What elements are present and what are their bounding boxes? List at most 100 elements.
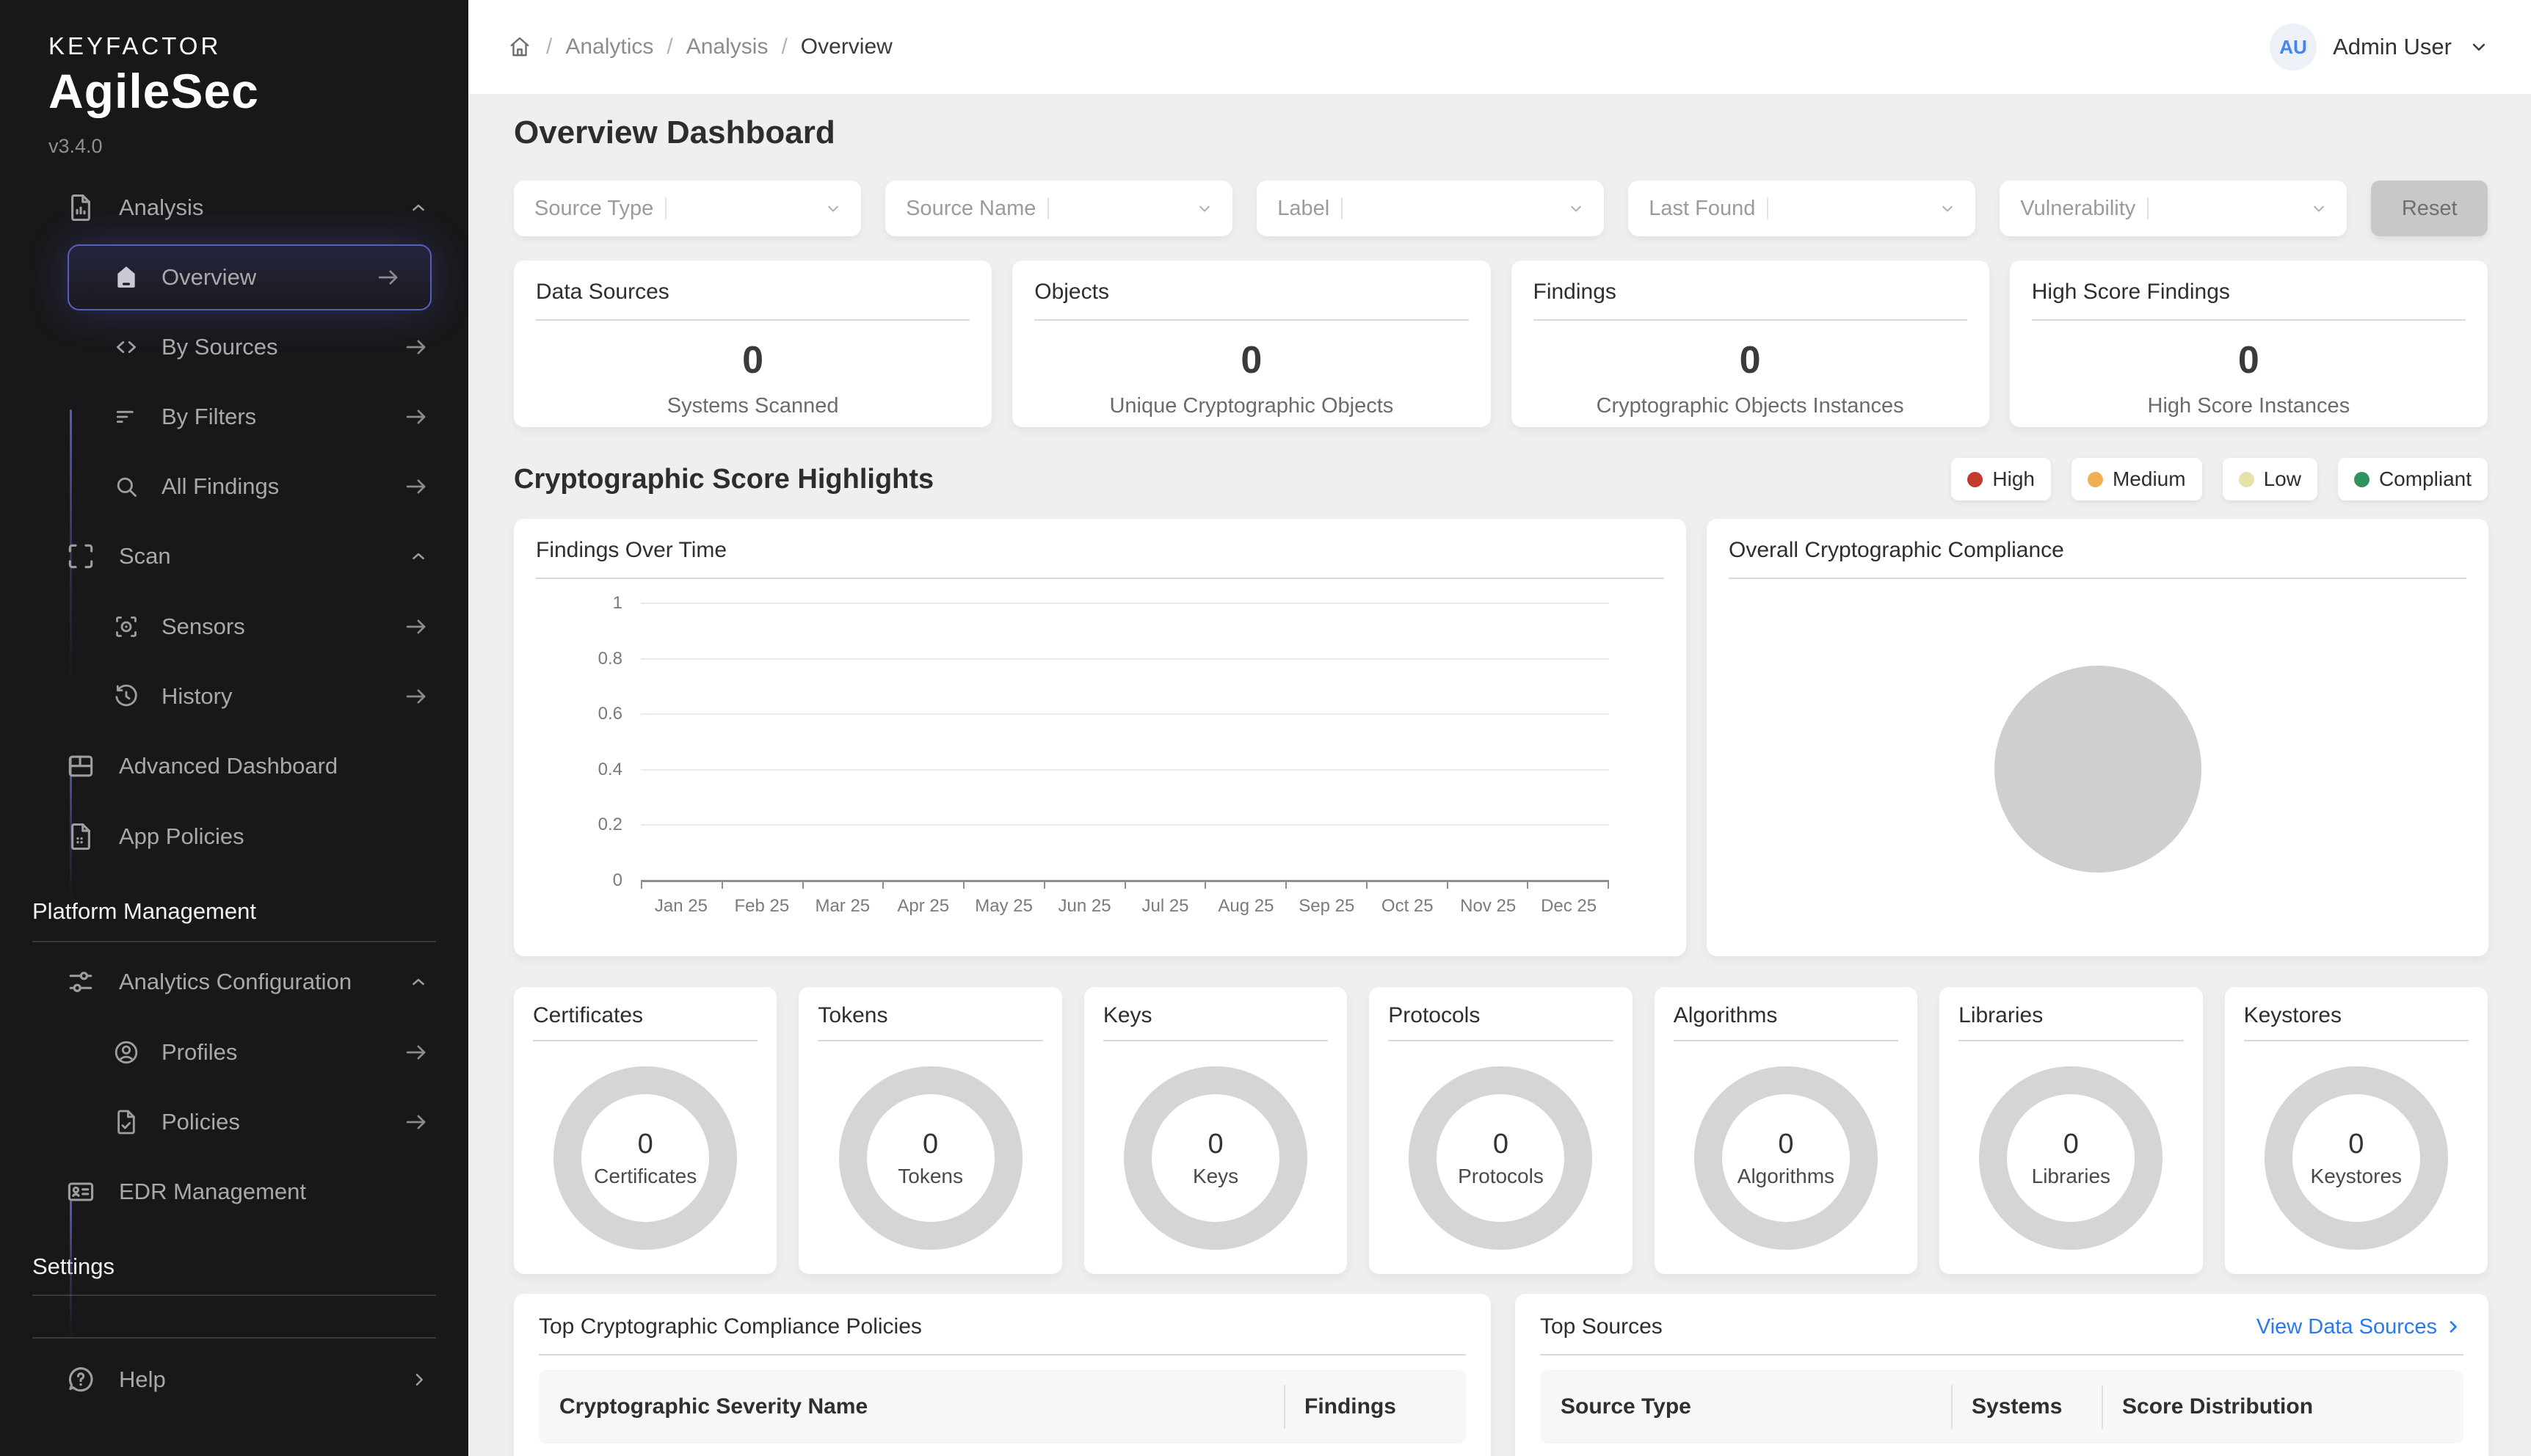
card-divider — [1540, 1354, 2463, 1355]
x-axis-ticks — [641, 881, 1609, 889]
sidebar-item-by-sources[interactable]: By Sources — [0, 312, 468, 382]
table-header: Source Type Systems Score Distribution — [1540, 1370, 2463, 1444]
sidebar-item-label: Policies — [161, 1109, 240, 1135]
donut-value: 0 — [2348, 1129, 2364, 1160]
sidebar-item-overview[interactable]: Overview — [68, 244, 432, 310]
compliance-pie-placeholder — [1994, 666, 2201, 873]
legend-chip-low[interactable]: Low — [2223, 458, 2317, 500]
reset-button[interactable]: Reset — [2371, 181, 2488, 236]
home-icon[interactable] — [506, 34, 533, 60]
arrow-right-icon — [402, 473, 430, 500]
sidebar-group-analytics-configuration[interactable]: Analytics Configuration — [0, 947, 468, 1017]
user-menu[interactable]: AU Admin User — [2270, 23, 2490, 70]
donut-card-libraries: Libraries 0 Libraries — [1939, 987, 2202, 1274]
breadcrumb-item-analytics[interactable]: Analytics — [565, 34, 653, 59]
legend-chip-compliant[interactable]: Compliant — [2338, 458, 2488, 500]
donut-label: Keystores — [2311, 1165, 2403, 1188]
stat-title: Findings — [1533, 280, 1967, 305]
chevron-right-icon — [2443, 1317, 2463, 1337]
filter-source-name[interactable]: Source Name — [885, 181, 1232, 236]
filter-label: Source Name — [906, 197, 1036, 221]
filter-label-dropdown[interactable]: Label — [1257, 181, 1604, 236]
filter-row: Source Type Source Name Label Last Found… — [514, 181, 2488, 236]
home-icon — [112, 263, 141, 292]
legend-label: Compliant — [2379, 467, 2472, 491]
filter-separator — [1767, 197, 1768, 219]
donut-label: Tokens — [898, 1165, 963, 1188]
sidebar-item-app-policies[interactable]: App Policies — [0, 801, 468, 872]
filter-source-type[interactable]: Source Type — [514, 181, 861, 236]
card-divider — [539, 1354, 1466, 1355]
stat-label: Systems Scanned — [536, 394, 970, 418]
gridline — [641, 658, 1609, 660]
x-axis-labels: Jan 25Feb 25Mar 25Apr 25May 25Jun 25Jul … — [641, 896, 1609, 917]
y-axis-tick: 0.2 — [536, 815, 622, 835]
arrow-right-icon — [374, 263, 402, 291]
sidebar-item-edr-management[interactable]: EDR Management — [0, 1157, 468, 1227]
view-data-sources-link[interactable]: View Data Sources — [2256, 1315, 2463, 1339]
sidebar-item-all-findings[interactable]: All Findings — [0, 451, 468, 521]
filter-last-found[interactable]: Last Found — [1628, 181, 1975, 236]
donut-card-keystores: Keystores 0 Keystores — [2225, 987, 2488, 1274]
card-divider — [536, 319, 970, 321]
donut-value: 0 — [2063, 1129, 2079, 1160]
sidebar-item-label: By Sources — [161, 334, 278, 360]
sidebar-item-profiles[interactable]: Profiles — [0, 1017, 468, 1087]
breadcrumb-item-analysis[interactable]: Analysis — [686, 34, 769, 59]
donut-chart: 0 Tokens — [839, 1066, 1023, 1250]
sidebar-item-label: Overview — [161, 264, 256, 291]
y-axis-tick: 0.4 — [536, 760, 622, 780]
legend-dot — [2354, 472, 2370, 487]
sidebar-divider — [32, 1295, 436, 1296]
sidebar-group-scan[interactable]: Scan — [0, 521, 468, 592]
filter-label: Last Found — [1649, 197, 1755, 221]
stat-value: 0 — [1034, 338, 1468, 382]
column-header: Findings — [1284, 1370, 1466, 1444]
sidebar-item-sensors[interactable]: Sensors — [0, 592, 468, 661]
card-divider — [1533, 319, 1967, 321]
sidebar-group-analysis[interactable]: Analysis — [0, 172, 468, 243]
sliders-icon — [65, 966, 97, 998]
filter-label: Label — [1277, 197, 1329, 221]
filter-label: Vulnerability — [2020, 197, 2135, 221]
sidebar-item-by-filters[interactable]: By Filters — [0, 382, 468, 451]
breadcrumb-separator: / — [667, 34, 672, 59]
stat-cards: Data Sources 0 Systems Scanned Objects 0… — [514, 261, 2488, 427]
donut-card-keys: Keys 0 Keys — [1084, 987, 1347, 1274]
donut-chart: 0 Protocols — [1409, 1066, 1592, 1250]
y-axis-tick: 0.6 — [536, 704, 622, 724]
stat-card-findings: Findings 0 Cryptographic Objects Instanc… — [1511, 261, 1989, 427]
card-divider — [536, 578, 1664, 579]
card-divider — [1958, 1040, 2183, 1041]
brand-version: v3.4.0 — [48, 135, 468, 158]
tables-row: Top Cryptographic Compliance Policies Cr… — [514, 1294, 2488, 1456]
card-divider — [1103, 1040, 1328, 1041]
arrow-right-icon — [402, 403, 430, 431]
chevron-up-icon — [407, 545, 430, 568]
sidebar-item-advanced-dashboard[interactable]: Advanced Dashboard — [0, 731, 468, 801]
arrow-right-icon — [402, 613, 430, 641]
card-divider — [1034, 319, 1468, 321]
sidebar-item-help[interactable]: Help — [0, 1344, 468, 1415]
stat-card-objects: Objects 0 Unique Cryptographic Objects — [1012, 261, 1490, 427]
brand-product: AgileSec — [48, 63, 468, 119]
sidebar-item-label: Sensors — [161, 614, 245, 640]
findings-over-time-card: Findings Over Time 1 0.8 0.6 0.4 0.2 0 J… — [514, 519, 1686, 956]
user-circle-icon — [112, 1038, 141, 1067]
highlights-header: Cryptographic Score Highlights High Medi… — [514, 458, 2488, 500]
donut-cards: Certificates 0 Certificates Tokens 0 Tok… — [514, 987, 2488, 1274]
donut-chart: 0 Keys — [1124, 1066, 1307, 1250]
link-label: View Data Sources — [2256, 1315, 2437, 1339]
legend-chip-high[interactable]: High — [1951, 458, 2051, 500]
history-clock-icon — [112, 682, 141, 711]
sidebar-item-history[interactable]: History — [0, 661, 468, 731]
sensor-icon — [112, 612, 141, 641]
table-title: Top Sources — [1540, 1314, 1663, 1339]
chevron-up-icon — [407, 970, 430, 994]
sidebar-group-label: Analysis — [119, 194, 203, 221]
filter-vulnerability[interactable]: Vulnerability — [2000, 181, 2347, 236]
compliance-policies-card: Top Cryptographic Compliance Policies Cr… — [514, 1294, 1491, 1456]
sidebar-item-policies[interactable]: Policies — [0, 1087, 468, 1157]
breadcrumb: / Analytics / Analysis / Overview — [506, 34, 893, 60]
legend-chip-medium[interactable]: Medium — [2071, 458, 2202, 500]
